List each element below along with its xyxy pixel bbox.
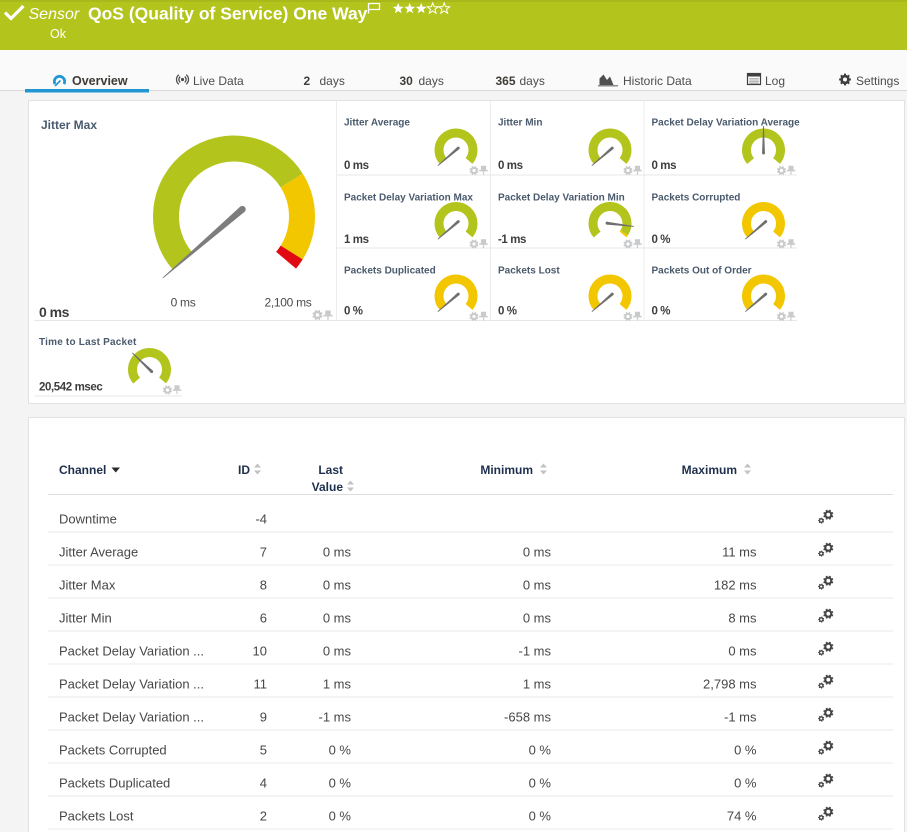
svg-text:0 ms: 0 ms — [523, 611, 552, 626]
svg-text:Packet Delay Variation Min: Packet Delay Variation Min — [498, 193, 625, 204]
svg-text:Downtime: Downtime — [59, 512, 117, 527]
svg-text:11 ms: 11 ms — [722, 545, 757, 560]
svg-text:Jitter Min: Jitter Min — [59, 611, 112, 626]
svg-text:days: days — [520, 74, 545, 88]
svg-text:Packets Corrupted: Packets Corrupted — [652, 193, 741, 204]
svg-text:Packet Delay Variation Max: Packet Delay Variation Max — [344, 193, 473, 204]
svg-text:2,798 ms: 2,798 ms — [703, 677, 757, 692]
svg-text:0 %: 0 % — [734, 743, 757, 758]
svg-text:Packet Delay Variation Average: Packet Delay Variation Average — [652, 118, 801, 129]
svg-text:QoS (Quality of Service) One W: QoS (Quality of Service) One Way — [88, 4, 368, 24]
svg-text:0 %: 0 % — [344, 306, 363, 318]
svg-text:-4: -4 — [255, 512, 267, 527]
svg-text:9: 9 — [260, 710, 267, 725]
svg-text:182 ms: 182 ms — [714, 578, 757, 593]
svg-text:Channel: Channel — [59, 463, 106, 477]
svg-text:Ok: Ok — [50, 27, 67, 41]
svg-text:0 ms: 0 ms — [323, 545, 352, 560]
svg-text:-1 ms: -1 ms — [498, 234, 526, 246]
svg-text:Sensor: Sensor — [29, 6, 80, 23]
svg-text:30: 30 — [400, 74, 414, 88]
svg-text:2: 2 — [260, 809, 267, 824]
svg-text:0 %: 0 % — [734, 776, 757, 791]
svg-text:days: days — [419, 74, 444, 88]
svg-text:0 ms: 0 ms — [523, 578, 552, 593]
svg-text:4: 4 — [260, 776, 267, 791]
svg-text:Value: Value — [312, 480, 344, 494]
svg-text:0 ms: 0 ms — [323, 611, 352, 626]
svg-text:5: 5 — [260, 743, 267, 758]
svg-text:0 ms: 0 ms — [171, 296, 196, 310]
svg-text:-1 ms: -1 ms — [724, 710, 757, 725]
svg-text:ID: ID — [238, 463, 250, 477]
svg-text:Settings: Settings — [856, 74, 899, 88]
svg-text:Packets Corrupted: Packets Corrupted — [59, 743, 167, 758]
svg-text:8 ms: 8 ms — [728, 611, 757, 626]
svg-text:0 %: 0 % — [652, 234, 671, 246]
svg-text:0 %: 0 % — [529, 809, 552, 824]
svg-text:0 %: 0 % — [498, 306, 517, 318]
svg-text:10: 10 — [253, 644, 267, 659]
svg-text:1 ms: 1 ms — [523, 677, 552, 692]
svg-text:Packet Delay Variation ...: Packet Delay Variation ... — [59, 644, 204, 659]
svg-text:Historic Data: Historic Data — [623, 74, 692, 88]
svg-text:Jitter Min: Jitter Min — [498, 118, 542, 129]
svg-text:0 ms: 0 ms — [498, 160, 523, 172]
svg-text:0 %: 0 % — [529, 743, 552, 758]
svg-text:6: 6 — [260, 611, 267, 626]
svg-text:Packet Delay Variation ...: Packet Delay Variation ... — [59, 710, 204, 725]
svg-text:0 ms: 0 ms — [652, 160, 677, 172]
svg-text:Overview: Overview — [72, 74, 128, 88]
svg-text:Packet Delay Variation ...: Packet Delay Variation ... — [59, 677, 204, 692]
svg-text:Last: Last — [318, 463, 343, 477]
svg-text:0 ms: 0 ms — [344, 160, 369, 172]
svg-text:days: days — [320, 74, 345, 88]
svg-text:Jitter Average: Jitter Average — [344, 118, 410, 129]
svg-text:2: 2 — [304, 74, 311, 88]
svg-text:0 ms: 0 ms — [728, 644, 757, 659]
svg-text:Packets Lost: Packets Lost — [498, 266, 560, 277]
svg-text:0 %: 0 % — [329, 809, 352, 824]
svg-text:0 %: 0 % — [652, 306, 671, 318]
svg-text:-1 ms: -1 ms — [319, 710, 352, 725]
svg-text:Time to Last Packet: Time to Last Packet — [39, 337, 137, 348]
svg-text:365: 365 — [496, 74, 516, 88]
svg-text:Live Data: Live Data — [193, 74, 244, 88]
svg-text:Jitter Max: Jitter Max — [59, 578, 116, 593]
svg-text:Packets Duplicated: Packets Duplicated — [59, 776, 170, 791]
svg-text:0 ms: 0 ms — [323, 578, 352, 593]
svg-text:20,542 msec: 20,542 msec — [39, 382, 103, 394]
svg-text:0 ms: 0 ms — [323, 644, 352, 659]
svg-text:Jitter Average: Jitter Average — [59, 545, 138, 560]
svg-text:Log: Log — [765, 74, 785, 88]
svg-text:Maximum: Maximum — [682, 463, 737, 477]
svg-text:-658 ms: -658 ms — [504, 710, 551, 725]
svg-text:-1 ms: -1 ms — [519, 644, 552, 659]
svg-text:Packets Out of Order: Packets Out of Order — [652, 266, 752, 277]
svg-text:0 %: 0 % — [329, 743, 352, 758]
svg-text:2,100 ms: 2,100 ms — [265, 296, 312, 310]
svg-text:7: 7 — [260, 545, 267, 560]
svg-text:8: 8 — [260, 578, 267, 593]
svg-text:1 ms: 1 ms — [323, 677, 352, 692]
svg-text:0 ms: 0 ms — [39, 304, 70, 320]
svg-text:Packets Duplicated: Packets Duplicated — [344, 266, 436, 277]
svg-text:Packets Lost: Packets Lost — [59, 809, 134, 824]
svg-text:0 %: 0 % — [529, 776, 552, 791]
svg-text:0 %: 0 % — [329, 776, 352, 791]
svg-text:1 ms: 1 ms — [344, 234, 369, 246]
svg-text:74 %: 74 % — [727, 809, 757, 824]
svg-text:Minimum: Minimum — [480, 463, 533, 477]
svg-text:Jitter Max: Jitter Max — [41, 118, 97, 132]
svg-text:11: 11 — [254, 677, 268, 692]
svg-text:0 ms: 0 ms — [523, 545, 552, 560]
